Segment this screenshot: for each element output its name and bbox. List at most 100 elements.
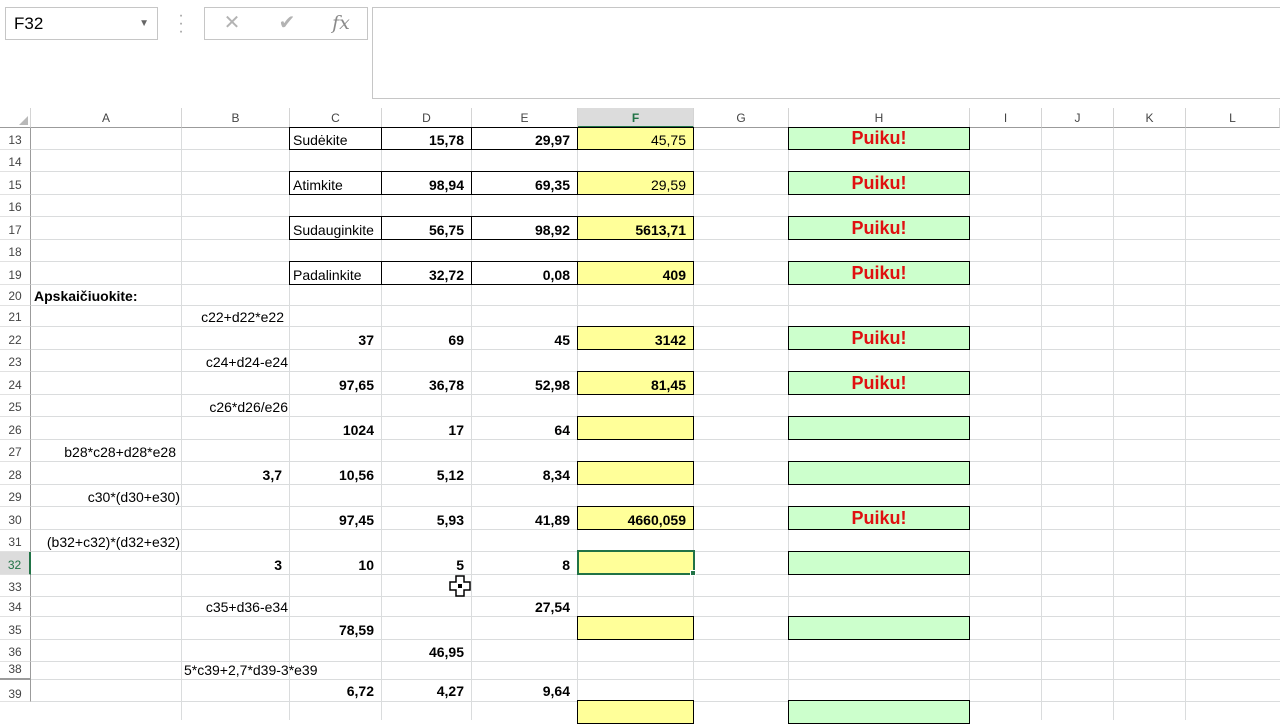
cell-e32[interactable]: 8 bbox=[472, 552, 578, 575]
cell-e28[interactable]: 8,34 bbox=[472, 462, 578, 485]
cell-c13[interactable]: Sudėkite bbox=[290, 128, 382, 150]
row-header-20[interactable]: 20 bbox=[0, 285, 31, 306]
cell-f24[interactable]: 81,45 bbox=[578, 372, 694, 395]
cell-c22[interactable]: 37 bbox=[290, 327, 382, 350]
row-header-19[interactable]: 19 bbox=[0, 262, 31, 285]
cell-b28[interactable]: 3,7 bbox=[182, 462, 290, 485]
row-header-33[interactable]: 33 bbox=[0, 575, 31, 597]
cell-d22[interactable]: 69 bbox=[382, 327, 472, 350]
cell-d13[interactable]: 15,78 bbox=[382, 128, 472, 150]
select-all-corner[interactable] bbox=[0, 108, 31, 128]
row-header-35[interactable]: 35 bbox=[0, 617, 31, 640]
row-header-18[interactable]: 18 bbox=[0, 240, 31, 262]
col-header-d[interactable]: D bbox=[382, 108, 472, 128]
cell-a27[interactable]: b28*c28+d28*e28 bbox=[31, 440, 182, 462]
cell-e30[interactable]: 41,89 bbox=[472, 507, 578, 530]
cell-d15[interactable]: 98,94 bbox=[382, 172, 472, 195]
cell-d39[interactable]: 4,27 bbox=[382, 680, 472, 720]
row-header-24[interactable]: 24 bbox=[0, 372, 31, 395]
answer-cell-f26[interactable] bbox=[577, 416, 694, 440]
col-header-a[interactable]: A bbox=[31, 108, 182, 128]
col-header-g[interactable]: G bbox=[694, 108, 789, 128]
row-header-30[interactable]: 30 bbox=[0, 507, 31, 530]
answer-cell-f28[interactable] bbox=[577, 461, 694, 485]
cell-a31[interactable]: (b32+c32)*(d32+e32) bbox=[31, 530, 182, 552]
col-header-f[interactable]: F bbox=[578, 108, 694, 128]
row-header-32[interactable]: 32 bbox=[0, 552, 31, 575]
cell-e15[interactable]: 69,35 bbox=[472, 172, 578, 195]
active-cell-f32[interactable] bbox=[577, 550, 695, 575]
cell-c35[interactable]: 78,59 bbox=[290, 617, 382, 640]
cell-d30[interactable]: 5,93 bbox=[382, 507, 472, 530]
row-header-21[interactable]: 21 bbox=[0, 306, 31, 327]
name-box[interactable]: F32 ▼ bbox=[5, 7, 158, 40]
cell-f19[interactable]: 409 bbox=[578, 262, 694, 285]
row-header-15[interactable]: 15 bbox=[0, 172, 31, 195]
col-header-c[interactable]: C bbox=[290, 108, 382, 128]
row-header-23[interactable]: 23 bbox=[0, 350, 31, 372]
row-header-38[interactable]: 38 bbox=[0, 662, 31, 680]
col-header-b[interactable]: B bbox=[182, 108, 290, 128]
cell-e22[interactable]: 45 bbox=[472, 327, 578, 350]
row-header-17[interactable]: 17 bbox=[0, 217, 31, 240]
cell-d19[interactable]: 32,72 bbox=[382, 262, 472, 285]
col-header-h[interactable]: H bbox=[789, 108, 970, 128]
row-header-36[interactable]: 36 bbox=[0, 640, 31, 662]
cell-e39[interactable]: 9,64 bbox=[472, 680, 578, 720]
cell-d24[interactable]: 36,78 bbox=[382, 372, 472, 395]
cell-f17[interactable]: 5613,71 bbox=[578, 217, 694, 240]
cell-a20[interactable]: Apskaičiuokite: bbox=[31, 285, 182, 306]
cell-d26[interactable]: 17 bbox=[382, 417, 472, 440]
cell-c17[interactable]: Sudauginkite bbox=[290, 217, 382, 240]
cell-e13[interactable]: 29,97 bbox=[472, 128, 578, 150]
cell-c30[interactable]: 97,45 bbox=[290, 507, 382, 530]
cell-d28[interactable]: 5,12 bbox=[382, 462, 472, 485]
row-header-29[interactable]: 29 bbox=[0, 485, 31, 507]
row-header-31[interactable]: 31 bbox=[0, 530, 31, 552]
cell-c24[interactable]: 97,65 bbox=[290, 372, 382, 395]
col-header-i[interactable]: I bbox=[970, 108, 1042, 128]
cell-c28[interactable]: 10,56 bbox=[290, 462, 382, 485]
cell-f30[interactable]: 4660,059 bbox=[578, 507, 694, 530]
cell-b32[interactable]: 3 bbox=[182, 552, 290, 575]
cell-b38[interactable]: 5*c39+2,7*d39-3*e39 bbox=[182, 662, 342, 680]
row-header-13[interactable]: 13 bbox=[0, 128, 31, 150]
row-header-27[interactable]: 27 bbox=[0, 440, 31, 462]
cell-e24[interactable]: 52,98 bbox=[472, 372, 578, 395]
cell-c32[interactable]: 10 bbox=[290, 552, 382, 575]
cell-b25[interactable]: c26*d26/e26 bbox=[182, 395, 290, 417]
cell-c15[interactable]: Atimkite bbox=[290, 172, 382, 195]
row-header-14[interactable]: 14 bbox=[0, 150, 31, 172]
col-header-l[interactable]: L bbox=[1186, 108, 1280, 128]
row-header-25[interactable]: 25 bbox=[0, 395, 31, 417]
fill-handle[interactable] bbox=[690, 570, 696, 576]
answer-cell-f35[interactable] bbox=[577, 616, 694, 640]
col-header-e[interactable]: E bbox=[472, 108, 578, 128]
cancel-icon[interactable]: ✕ bbox=[217, 8, 247, 39]
row-header-39[interactable]: 39 bbox=[0, 680, 31, 702]
cell-a29[interactable]: c30*(d30+e30) bbox=[31, 485, 182, 507]
cell-d36[interactable]: 46,95 bbox=[382, 640, 472, 662]
row-header-16[interactable]: 16 bbox=[0, 195, 31, 217]
cell-e26[interactable]: 64 bbox=[472, 417, 578, 440]
col-header-k[interactable]: K bbox=[1114, 108, 1186, 128]
cell-b21[interactable]: c22+d22*e22 bbox=[182, 306, 290, 327]
cell-e19[interactable]: 0,08 bbox=[472, 262, 578, 285]
enter-icon[interactable]: ✔ bbox=[272, 8, 302, 39]
cell-e17[interactable]: 98,92 bbox=[472, 217, 578, 240]
cell-c39[interactable]: 6,72 bbox=[290, 680, 382, 720]
cell-d32[interactable]: 5 bbox=[382, 552, 472, 575]
chevron-down-icon[interactable]: ▼ bbox=[139, 8, 149, 39]
insert-function-icon[interactable]: fx bbox=[326, 8, 356, 39]
cell-b34[interactable]: c35+d36-e34 bbox=[182, 597, 290, 617]
row-header-34[interactable]: 34 bbox=[0, 597, 31, 617]
cell-f22[interactable]: 3142 bbox=[578, 327, 694, 350]
row-header-28[interactable]: 28 bbox=[0, 462, 31, 485]
cell-c19[interactable]: Padalinkite bbox=[290, 262, 382, 285]
cell-b23[interactable]: c24+d24-e24 bbox=[182, 350, 290, 372]
cell-d17[interactable]: 56,75 bbox=[382, 217, 472, 240]
row-header-26[interactable]: 26 bbox=[0, 417, 31, 440]
col-header-j[interactable]: J bbox=[1042, 108, 1114, 128]
cell-c26[interactable]: 1024 bbox=[290, 417, 382, 440]
formula-input[interactable] bbox=[372, 7, 1280, 99]
